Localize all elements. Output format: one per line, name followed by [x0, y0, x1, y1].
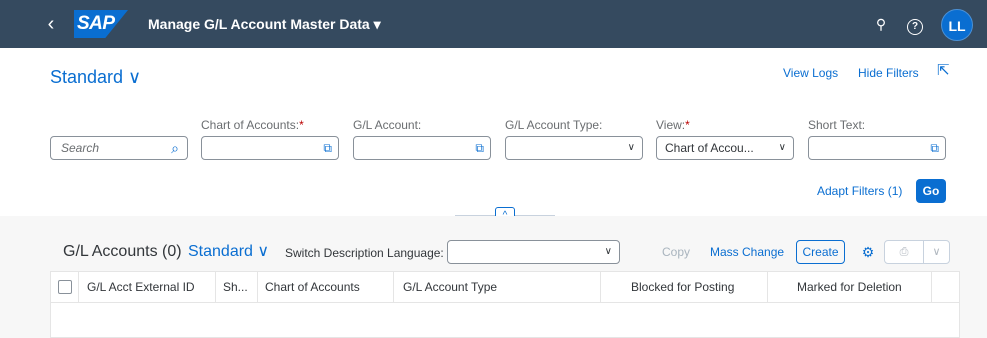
variant-management[interactable]: Standard ∨	[50, 66, 141, 88]
column-header-blocked-for-posting[interactable]: Blocked for Posting	[631, 272, 734, 302]
value-help-icon[interactable]: ⧉	[475, 137, 484, 159]
column-header-chart-of-accounts[interactable]: Chart of Accounts	[265, 272, 360, 302]
shell-bar: ‹ SAP Manage G/L Account Master Data ▾ ⚲…	[0, 0, 987, 48]
chevron-down-icon[interactable]: ∨	[628, 137, 635, 159]
column-divider	[600, 272, 601, 302]
required-marker: *	[299, 118, 304, 132]
column-divider	[931, 272, 932, 302]
export-menu-button[interactable]: ∨	[923, 240, 950, 264]
back-icon[interactable]: ‹	[40, 12, 62, 36]
value-help-icon[interactable]: ⧉	[930, 137, 939, 159]
column-divider	[215, 272, 216, 302]
chevron-down-icon[interactable]: ∨	[605, 241, 612, 263]
view-select-value: Chart of Accou...	[665, 141, 754, 155]
user-avatar[interactable]: LL	[941, 9, 973, 41]
switch-language-label: Switch Description Language:	[285, 246, 444, 260]
gl-account-label: G/L Account:	[353, 118, 422, 132]
search-input[interactable]: Search ⌕	[50, 136, 188, 160]
column-divider	[393, 272, 394, 302]
column-header-gl-acct-external-id[interactable]: G/L Acct External ID	[87, 272, 195, 302]
search-placeholder: Search	[61, 141, 100, 155]
create-button[interactable]: Create	[796, 240, 845, 264]
view-label: View:*	[656, 118, 690, 132]
view-select[interactable]: Chart of Accou... ∨	[656, 136, 794, 160]
select-all-checkbox[interactable]	[58, 280, 72, 294]
gl-account-type-select[interactable]: ∨	[505, 136, 643, 160]
sap-logo[interactable]: SAP	[74, 10, 128, 38]
value-help-icon[interactable]: ⧉	[323, 137, 332, 159]
description-language-select[interactable]: ∨	[447, 240, 620, 264]
gl-accounts-table: G/L Acct External ID Sh... Chart of Acco…	[50, 271, 960, 338]
column-divider	[257, 272, 258, 302]
table-title: G/L Accounts (0)	[63, 243, 182, 260]
table-header-row: G/L Acct External ID Sh... Chart of Acco…	[51, 272, 959, 303]
share-icon[interactable]: ⇱	[937, 62, 950, 80]
settings-icon[interactable]: ⚙	[857, 240, 879, 264]
help-icon[interactable]: ?	[905, 14, 925, 35]
column-divider	[78, 272, 79, 302]
table-variant-management[interactable]: Standard ∨	[188, 242, 269, 262]
go-button[interactable]: Go	[916, 179, 946, 203]
column-header-gl-account-type[interactable]: G/L Account Type	[403, 272, 497, 302]
required-marker: *	[685, 118, 690, 132]
column-divider	[767, 272, 768, 302]
chart-of-accounts-label: Chart of Accounts:*	[201, 118, 304, 132]
hide-filters-link[interactable]: Hide Filters	[858, 65, 919, 81]
export-button[interactable]: ⎙	[884, 240, 924, 264]
gl-account-input[interactable]: ⧉	[353, 136, 491, 160]
search-icon[interactable]: ⚲	[871, 14, 891, 34]
search-icon[interactable]: ⌕	[171, 137, 179, 159]
view-logs-link[interactable]: View Logs	[783, 65, 838, 81]
adapt-filters-button[interactable]: Adapt Filters (1)	[817, 183, 902, 199]
column-header-marked-for-deletion[interactable]: Marked for Deletion	[797, 272, 902, 302]
short-text-label: Short Text:	[808, 118, 866, 132]
mass-change-button[interactable]: Mass Change	[710, 241, 784, 263]
chart-of-accounts-input[interactable]: ⧉	[201, 136, 339, 160]
gl-account-type-label: G/L Account Type:	[505, 118, 603, 132]
chevron-down-icon[interactable]: ∨	[779, 137, 786, 159]
short-text-input[interactable]: ⧉	[808, 136, 946, 160]
app-title-menu[interactable]: Manage G/L Account Master Data ▾	[148, 14, 381, 34]
help-icon-glyph: ?	[907, 19, 923, 35]
column-header-short-text[interactable]: Sh...	[223, 272, 248, 302]
copy-button[interactable]: Copy	[662, 241, 690, 263]
